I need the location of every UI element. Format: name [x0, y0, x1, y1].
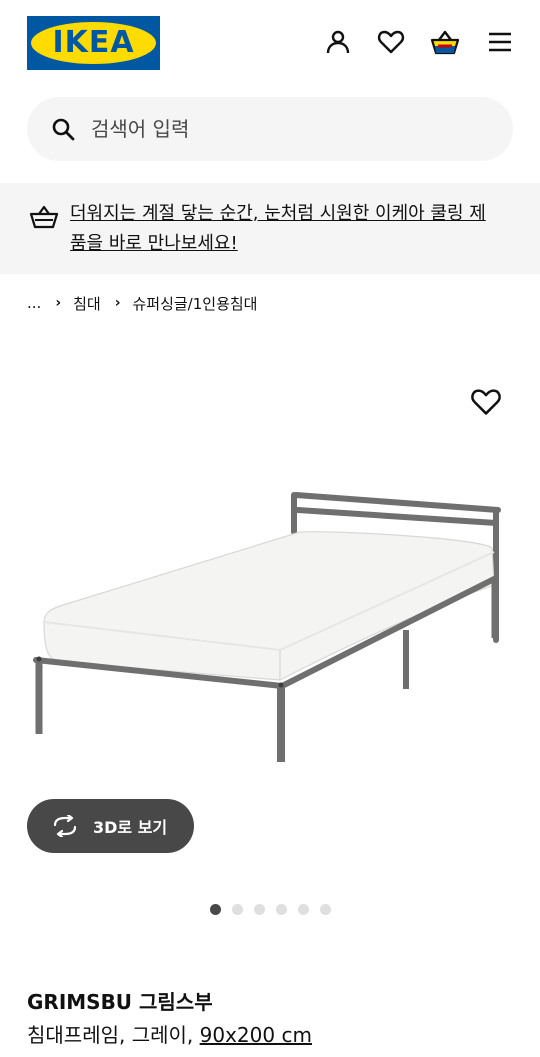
breadcrumb-separator: › [55, 295, 62, 311]
basket-icon [29, 205, 59, 229]
bed-frame-image [33, 492, 501, 762]
basket-icon[interactable] [429, 26, 461, 58]
carousel-dot[interactable] [210, 904, 221, 915]
breadcrumb-separator: › [114, 295, 121, 311]
ikea-logo[interactable]: IKEA [27, 16, 160, 70]
carousel-dot[interactable] [232, 904, 243, 915]
view-3d-label: 3D로 보기 [93, 818, 168, 837]
breadcrumb-item-single-beds[interactable]: 슈퍼싱글/1인용침대 [132, 293, 257, 314]
promo-link[interactable]: 더워지는 계절 닿는 순간, 눈처럼 시원한 이케아 쿨링 제품을 바로 만나보… [70, 199, 500, 259]
menu-icon[interactable] [484, 26, 516, 58]
rotate-icon [53, 815, 77, 837]
breadcrumb: ... › 침대 › 슈퍼싱글/1인용침대 [27, 290, 257, 316]
product-type: 침대프레임, 그레이, [27, 1023, 200, 1047]
product-description: 침대프레임, 그레이, 90x200 cm [27, 1019, 312, 1048]
view-3d-button[interactable]: 3D로 보기 [27, 799, 194, 853]
carousel-dot[interactable] [254, 904, 265, 915]
breadcrumb-ellipsis[interactable]: ... [27, 294, 41, 312]
product-size-link[interactable]: 90x200 cm [200, 1023, 312, 1047]
search-bar[interactable] [27, 97, 513, 161]
logo-text: IKEA [52, 25, 135, 60]
add-to-wishlist-heart-icon[interactable] [470, 386, 502, 418]
breadcrumb-item-beds[interactable]: 침대 [73, 293, 101, 314]
heart-icon[interactable] [375, 26, 407, 58]
carousel-dot[interactable] [276, 904, 287, 915]
account-icon[interactable] [322, 26, 354, 58]
carousel-dot[interactable] [320, 904, 331, 915]
search-icon [52, 118, 75, 141]
site-header: IKEA [0, 0, 540, 88]
product-name: GRIMSBU 그림스부 [27, 990, 213, 1014]
product-image[interactable] [0, 360, 540, 790]
promo-banner: 더워지는 계절 닿는 순간, 눈처럼 시원한 이케아 쿨링 제품을 바로 만나보… [0, 183, 540, 274]
search-input[interactable] [91, 109, 491, 149]
carousel-dots [210, 904, 342, 915]
carousel-dot[interactable] [298, 904, 309, 915]
